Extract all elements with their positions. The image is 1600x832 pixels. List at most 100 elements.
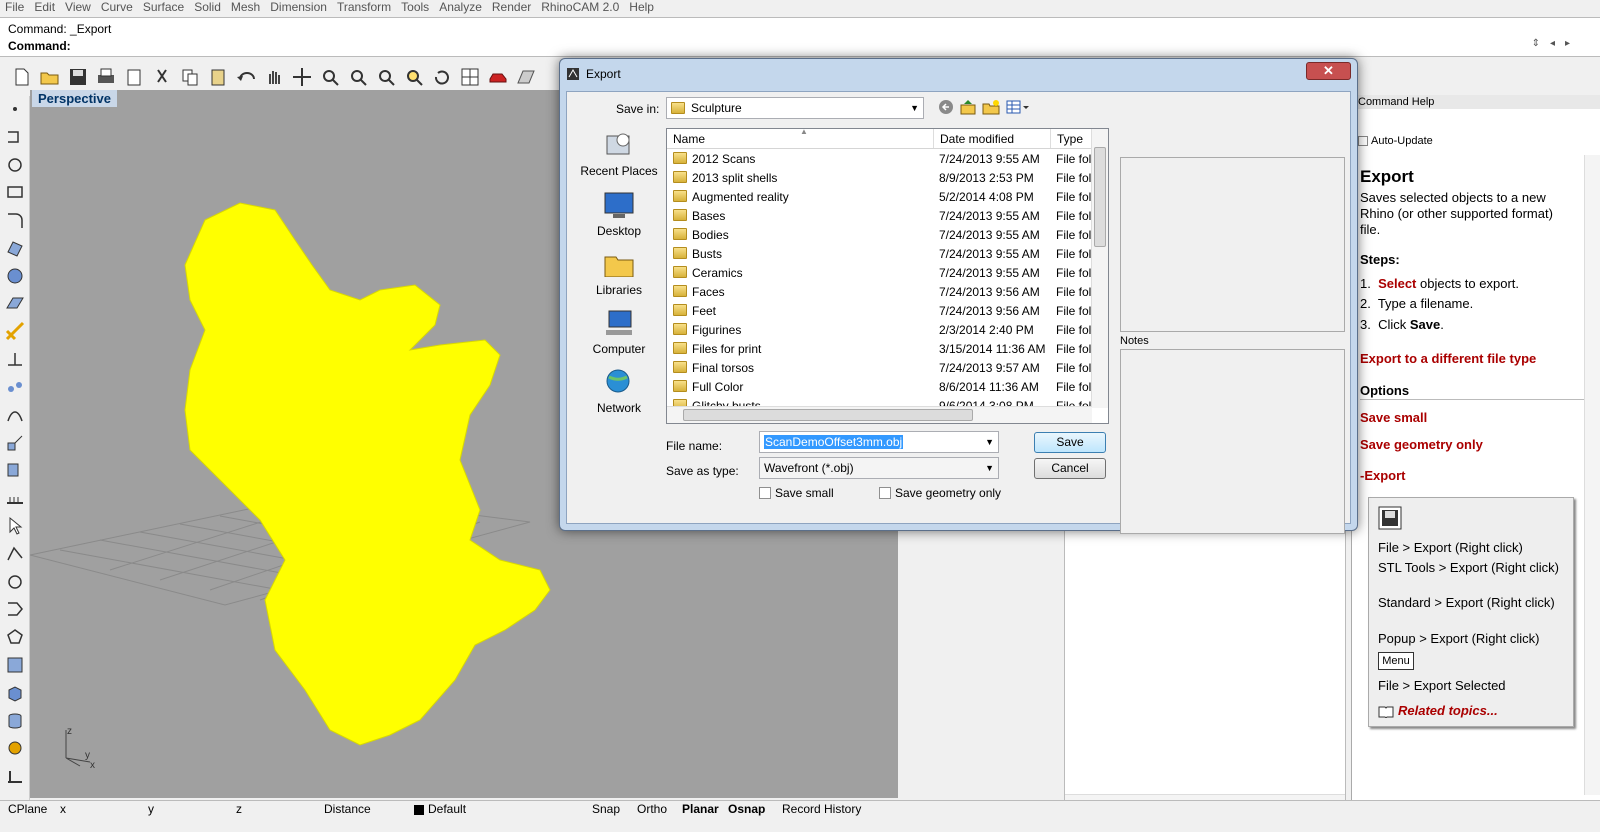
option-save-geometry-only[interactable]: Save geometry only bbox=[1360, 437, 1575, 453]
up-folder-icon[interactable] bbox=[960, 99, 976, 115]
polyline-icon[interactable] bbox=[2, 124, 28, 150]
command-scroll-controls[interactable]: ⇕◂▸ bbox=[1532, 38, 1580, 49]
pan-icon[interactable] bbox=[262, 65, 286, 89]
polygon-icon[interactable] bbox=[2, 624, 28, 650]
status-planar[interactable]: Planar bbox=[682, 801, 719, 818]
status-cplane[interactable]: CPlane bbox=[8, 801, 47, 818]
status-layer[interactable]: Default bbox=[428, 801, 466, 818]
link-different-file-type[interactable]: Export to a different file type bbox=[1360, 351, 1600, 367]
cancel-button[interactable]: Cancel bbox=[1034, 458, 1106, 479]
cylinder-icon[interactable] bbox=[2, 708, 28, 734]
file-row[interactable]: Busts 7/24/2013 9:55 AM File fol bbox=[667, 245, 1092, 264]
save-icon[interactable] bbox=[66, 65, 90, 89]
drafting-icon[interactable] bbox=[2, 485, 28, 511]
analyze-icon[interactable] bbox=[2, 457, 28, 483]
status-snap[interactable]: Snap bbox=[592, 801, 620, 818]
fillet-icon[interactable] bbox=[2, 207, 28, 233]
filename-input[interactable]: ScanDemoOffset3mm.obj ▼ bbox=[759, 431, 999, 453]
file-list[interactable]: Name ▲ Date modified Type 2012 Scans 7/24… bbox=[666, 128, 1109, 424]
file-row[interactable]: Faces 7/24/2013 9:56 AM File fol bbox=[667, 283, 1092, 302]
option-dash-export[interactable]: -Export bbox=[1360, 468, 1575, 484]
menu-solid[interactable]: Solid bbox=[189, 0, 226, 14]
menu-curve[interactable]: Curve bbox=[96, 0, 138, 14]
file-list-hscrollbar[interactable] bbox=[667, 406, 1092, 423]
menu-dimension[interactable]: Dimension bbox=[265, 0, 332, 14]
save-as-type-dropdown[interactable]: Wavefront (*.obj) ▼ bbox=[759, 457, 999, 479]
zoom-window-icon[interactable] bbox=[346, 65, 370, 89]
menu-transform[interactable]: Transform bbox=[332, 0, 396, 14]
file-row[interactable]: Full Color 8/6/2014 11:36 AM File fol bbox=[667, 378, 1092, 397]
file-row[interactable]: Final torsos 7/24/2013 9:57 AM File fol bbox=[667, 359, 1092, 378]
status-ortho[interactable]: Ortho bbox=[637, 801, 667, 818]
file-row[interactable]: Files for print 3/15/2014 11:36 AM File fo… bbox=[667, 340, 1092, 359]
save-button[interactable]: Save bbox=[1034, 432, 1106, 453]
related-topics-link[interactable]: Related topics... bbox=[1378, 703, 1568, 719]
file-row[interactable]: 2013 split shells 8/9/2013 2:53 PM File fo… bbox=[667, 169, 1092, 188]
column-date-modified[interactable]: Date modified bbox=[933, 129, 1014, 148]
control-points-icon[interactable] bbox=[2, 541, 28, 567]
menu-mesh[interactable]: Mesh bbox=[226, 0, 265, 14]
menu-analyze[interactable]: Analyze bbox=[434, 0, 487, 14]
zoom-extents-icon[interactable] bbox=[374, 65, 398, 89]
render-icon[interactable] bbox=[486, 65, 510, 89]
grid-icon[interactable] bbox=[514, 65, 538, 89]
save-geometry-only-checkbox[interactable]: Save geometry only bbox=[879, 486, 1001, 500]
mesh-icon[interactable] bbox=[2, 318, 28, 344]
status-record-history[interactable]: Record History bbox=[782, 801, 861, 818]
copy-icon[interactable] bbox=[178, 65, 202, 89]
gear-icon[interactable] bbox=[2, 735, 28, 761]
menu-rhinocam[interactable]: RhinoCAM 2.0 bbox=[536, 0, 624, 14]
scale-icon[interactable] bbox=[2, 430, 28, 456]
menu-surface[interactable]: Surface bbox=[138, 0, 189, 14]
surface-tools-icon[interactable] bbox=[2, 652, 28, 678]
properties-icon[interactable] bbox=[122, 65, 146, 89]
menu-render[interactable]: Render bbox=[487, 0, 536, 14]
status-osnap[interactable]: Osnap bbox=[728, 801, 765, 818]
circle-tools-icon[interactable] bbox=[2, 569, 28, 595]
layer-list[interactable] bbox=[1064, 520, 1346, 810]
file-row[interactable]: Bodies 7/24/2013 9:55 AM File fol bbox=[667, 226, 1092, 245]
place-network[interactable]: Network bbox=[574, 367, 664, 415]
cplane-icon[interactable] bbox=[2, 763, 28, 789]
open-file-icon[interactable] bbox=[38, 65, 62, 89]
undo-view-icon[interactable] bbox=[430, 65, 454, 89]
column-type[interactable]: Type bbox=[1050, 129, 1083, 148]
file-row[interactable]: Augmented reality 5/2/2014 4:08 PM File fo… bbox=[667, 188, 1092, 207]
place-recent-places[interactable]: Recent Places bbox=[574, 130, 664, 178]
column-name[interactable]: Name bbox=[673, 132, 705, 146]
menu-edit[interactable]: Edit bbox=[29, 0, 60, 14]
menu-button[interactable]: Menu bbox=[1378, 652, 1414, 670]
place-computer[interactable]: Computer bbox=[574, 308, 664, 356]
new-file-icon[interactable] bbox=[10, 65, 34, 89]
zoom-icon[interactable] bbox=[318, 65, 342, 89]
place-desktop[interactable]: Desktop bbox=[574, 190, 664, 238]
paste-icon[interactable] bbox=[206, 65, 230, 89]
file-row[interactable]: Ceramics 7/24/2013 9:55 AM File fol bbox=[667, 264, 1092, 283]
option-save-small[interactable]: Save small bbox=[1360, 410, 1575, 426]
file-list-vscrollbar[interactable] bbox=[1091, 129, 1108, 408]
menu-view[interactable]: View bbox=[60, 0, 96, 14]
select-icon[interactable] bbox=[2, 513, 28, 539]
curve-tools-icon[interactable] bbox=[2, 402, 28, 428]
save-small-checkbox[interactable]: Save small bbox=[759, 486, 834, 500]
help-vscrollbar[interactable] bbox=[1584, 155, 1600, 795]
file-row[interactable]: Bases 7/24/2013 9:55 AM File fol bbox=[667, 207, 1092, 226]
sphere-icon[interactable] bbox=[2, 263, 28, 289]
undo-icon[interactable] bbox=[234, 65, 258, 89]
point-icon[interactable] bbox=[2, 96, 28, 122]
zoom-selected-icon[interactable] bbox=[402, 65, 426, 89]
new-folder-icon[interactable] bbox=[982, 99, 1000, 115]
dialog-close-button[interactable]: ✕ bbox=[1306, 62, 1351, 80]
scroll-thumb[interactable] bbox=[683, 409, 973, 421]
rectangle-icon[interactable] bbox=[2, 179, 28, 205]
curve-from-objects-icon[interactable] bbox=[2, 596, 28, 622]
print-icon[interactable] bbox=[94, 65, 118, 89]
command-prompt[interactable]: Command: bbox=[8, 39, 71, 53]
plane-icon[interactable] bbox=[2, 291, 28, 317]
dimension-icon[interactable] bbox=[2, 346, 28, 372]
file-row[interactable]: 2012 Scans 7/24/2013 9:55 AM File fol bbox=[667, 150, 1092, 169]
file-row[interactable]: Feet 7/24/2013 9:56 AM File fol bbox=[667, 302, 1092, 321]
box-icon[interactable] bbox=[2, 680, 28, 706]
four-viewports-icon[interactable] bbox=[458, 65, 482, 89]
scroll-thumb[interactable] bbox=[1094, 147, 1106, 247]
